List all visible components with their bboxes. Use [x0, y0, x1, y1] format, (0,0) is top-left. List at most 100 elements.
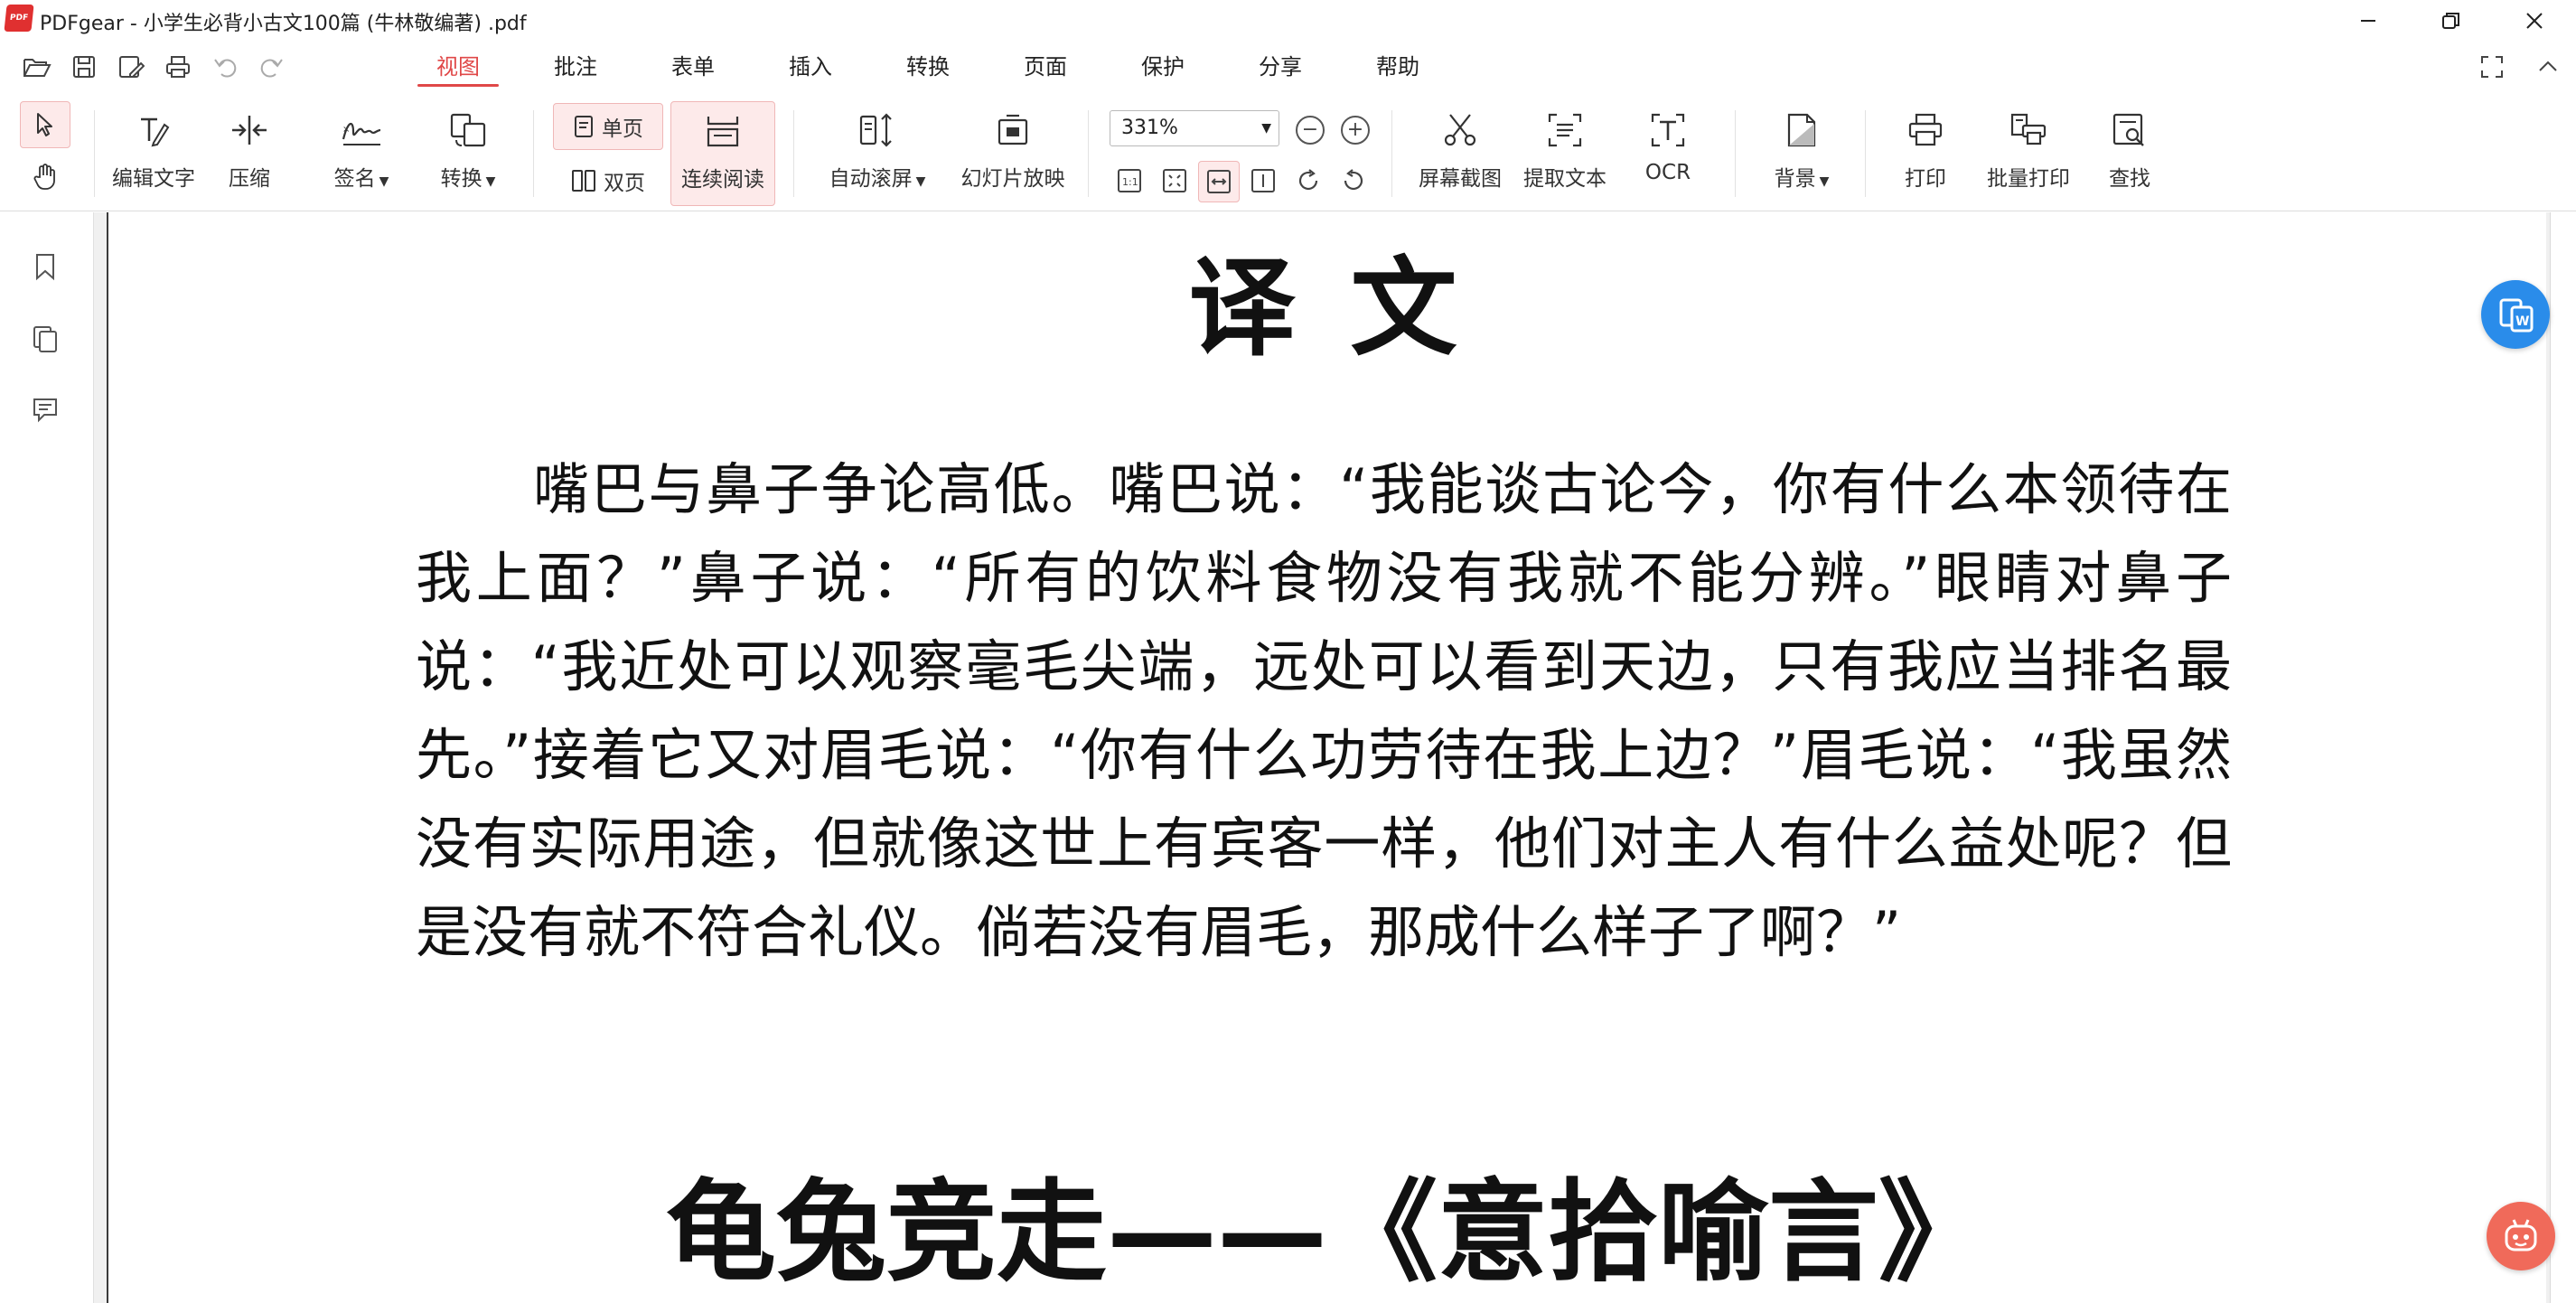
bookmarks-panel-button[interactable]	[27, 248, 63, 285]
fit-width-button[interactable]	[1198, 161, 1240, 202]
continuous-reading-icon	[698, 106, 748, 156]
tab-annotate[interactable]: 批注	[517, 51, 634, 87]
save-as-button[interactable]	[114, 51, 148, 83]
continuous-reading-button[interactable]: 连续阅读	[670, 101, 775, 206]
compress-button[interactable]: 压缩	[211, 105, 287, 192]
vertical-scrollbar[interactable]	[2550, 212, 2576, 1303]
restore-button[interactable]	[2410, 0, 2493, 42]
zoom-level-value: 331%	[1121, 117, 1178, 139]
undo-button[interactable]	[208, 51, 242, 83]
compress-icon	[224, 105, 275, 155]
ocr-label: OCR	[1644, 161, 1691, 184]
convert-button[interactable]: 转换 ▼	[421, 105, 515, 192]
zoom-out-button[interactable]: −	[1296, 116, 1325, 145]
fullscreen-button[interactable]	[2475, 51, 2509, 83]
ai-assistant-floating-button[interactable]	[2487, 1202, 2555, 1270]
signature-icon: ×	[336, 105, 387, 155]
printer-icon	[166, 56, 190, 78]
ocr-button[interactable]: OCR	[1623, 105, 1713, 184]
zoom-level-select[interactable]: 331% ▼	[1110, 110, 1279, 146]
sign-label-wrap: 签名 ▼	[334, 161, 389, 192]
actual-size-icon: 1:1	[1118, 169, 1141, 192]
menu-row: 视图 批注 表单 插入 转换 页面 保护 分享 帮助	[0, 42, 2576, 92]
auto-scroll-button[interactable]: 自动滚屏 ▼	[819, 105, 936, 192]
caret-down-icon: ▼	[915, 174, 926, 189]
open-file-button[interactable]	[20, 51, 54, 83]
minimize-button[interactable]	[2327, 0, 2410, 42]
window-title: PDFgear - 小学生必背小古文100篇 (牛林敬编著) .pdf	[40, 13, 527, 35]
toolbar-separator	[793, 110, 794, 197]
select-tool-button[interactable]	[20, 101, 70, 148]
svg-text:W: W	[2515, 314, 2529, 329]
batch-print-button[interactable]: 批量打印	[1979, 105, 2078, 192]
toolbar-separator	[1391, 110, 1392, 197]
screenshot-label: 屏幕截图	[1419, 167, 1502, 191]
save-as-icon	[119, 56, 145, 78]
double-page-button[interactable]: 双页	[553, 159, 663, 202]
collapse-ribbon-button[interactable]	[2531, 51, 2565, 83]
fit-page-button[interactable]	[1158, 164, 1191, 197]
search-button[interactable]: 查找	[2089, 105, 2170, 192]
extract-text-icon	[1540, 105, 1590, 155]
slideshow-button[interactable]: 幻灯片放映	[954, 105, 1072, 192]
thumbnails-panel-button[interactable]	[27, 321, 63, 357]
hand-tool-button[interactable]	[20, 154, 70, 201]
restore-icon	[2442, 13, 2459, 29]
extract-text-button[interactable]: 提取文本	[1516, 105, 1614, 192]
tab-protect[interactable]: 保护	[1104, 51, 1222, 87]
redo-icon	[260, 59, 283, 78]
search-document-icon	[2104, 105, 2155, 155]
page-body-text: 嘴巴与鼻子争论高低。嘴巴说：“我能谈古论今，你有什么本领待在我上面？”鼻子说：“…	[416, 456, 2232, 965]
tab-page[interactable]: 页面	[987, 51, 1104, 87]
tab-view[interactable]: 视图	[399, 51, 517, 87]
plus-icon: +	[1346, 118, 1364, 141]
rotate-clockwise-button[interactable]	[1292, 164, 1325, 197]
actual-size-button[interactable]: 1:1	[1113, 164, 1146, 197]
caret-down-icon: ▼	[379, 174, 389, 189]
auto-scroll-icon	[852, 105, 903, 155]
window-controls	[2327, 0, 2576, 42]
close-button[interactable]	[2493, 0, 2576, 42]
fit-height-icon	[1251, 169, 1275, 192]
toolbar-separator	[1735, 110, 1736, 197]
toolbar-separator	[533, 110, 534, 197]
tab-help[interactable]: 帮助	[1339, 51, 1457, 87]
tab-share[interactable]: 分享	[1222, 51, 1339, 87]
document-viewport[interactable]: 译 文 嘴巴与鼻子争论高低。嘴巴说：“我能谈古论今，你有什么本领待在我上面？”鼻…	[94, 212, 2552, 1303]
chevron-down-icon: ▼	[1261, 121, 1271, 136]
tab-insert[interactable]: 插入	[752, 51, 869, 87]
zoom-in-button[interactable]: +	[1341, 116, 1370, 145]
auto-scroll-label-wrap: 自动滚屏 ▼	[829, 161, 926, 192]
robot-icon	[2505, 1219, 2537, 1251]
pages-icon	[33, 326, 57, 352]
convert-to-word-floating-button[interactable]: W	[2481, 280, 2550, 349]
menu-tabs: 视图 批注 表单 插入 转换 页面 保护 分享 帮助	[399, 51, 1457, 87]
svg-text:1:1: 1:1	[1122, 176, 1138, 188]
screenshot-button[interactable]: 屏幕截图	[1411, 105, 1509, 192]
comments-panel-button[interactable]	[27, 391, 63, 427]
tab-convert[interactable]: 转换	[869, 51, 987, 87]
edit-text-button[interactable]: 编辑文字	[107, 105, 201, 192]
minimize-icon	[2361, 20, 2375, 22]
menu-right-controls	[2475, 51, 2576, 83]
ribbon-toolbar: 编辑文字 压缩 × 签名 ▼ 转换 ▼ 单页 双页 连续阅读 自动滚屏 ▼ 幻灯…	[0, 92, 2576, 211]
background-button[interactable]: 背景 ▼	[1756, 105, 1847, 192]
chevron-up-icon	[2539, 61, 2557, 71]
print-quick-button[interactable]	[161, 51, 195, 83]
single-page-button[interactable]: 单页	[553, 103, 663, 150]
fullscreen-icon	[2481, 56, 2503, 78]
search-label: 查找	[2109, 167, 2150, 191]
print-button[interactable]: 打印	[1885, 105, 1966, 192]
fit-height-button[interactable]	[1247, 164, 1279, 197]
undo-icon	[214, 59, 237, 78]
convert-label: 转换	[440, 167, 482, 191]
rotate-counterclockwise-button[interactable]	[1337, 164, 1370, 197]
rotate-clockwise-icon	[1298, 169, 1318, 191]
sign-button[interactable]: × 签名 ▼	[314, 105, 408, 192]
background-label: 背景	[1774, 167, 1816, 191]
tab-form[interactable]: 表单	[634, 51, 752, 87]
folder-open-icon	[23, 59, 52, 77]
slideshow-icon	[988, 105, 1038, 155]
save-button[interactable]	[67, 51, 101, 83]
redo-button[interactable]	[255, 51, 289, 83]
